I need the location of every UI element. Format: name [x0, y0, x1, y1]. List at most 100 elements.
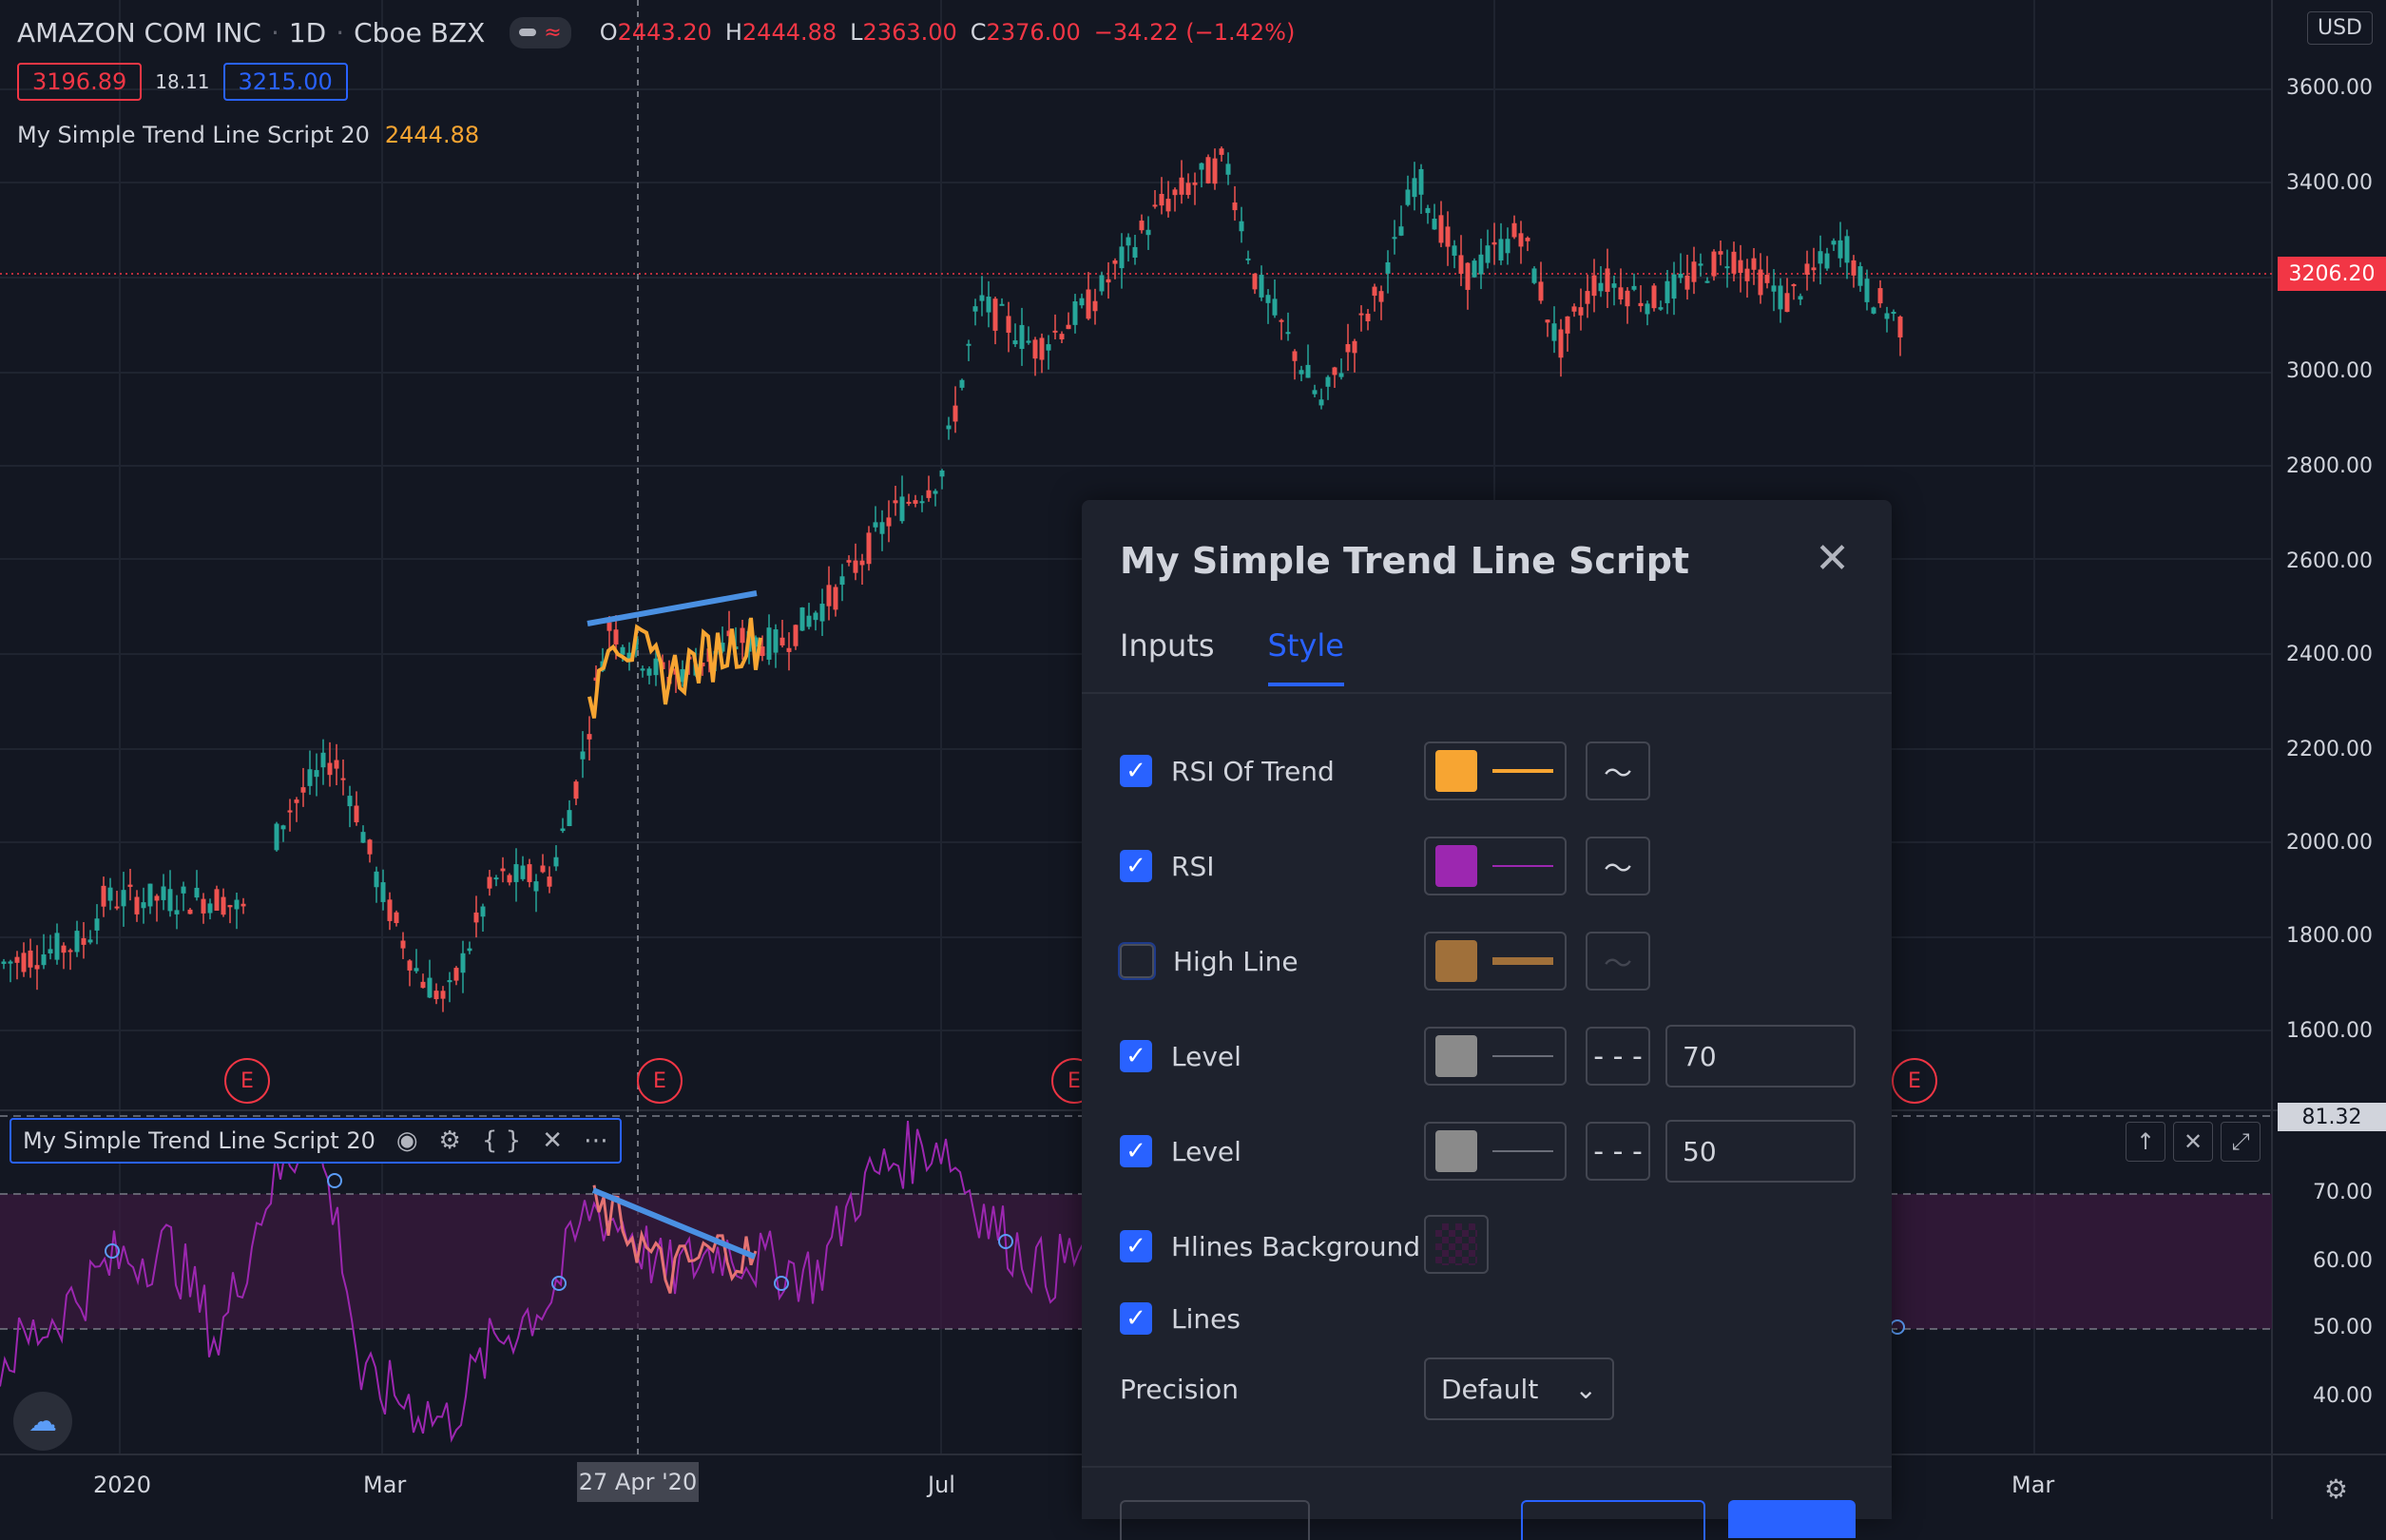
candle-body: [1112, 260, 1118, 264]
candle-body: [606, 622, 612, 631]
price-tick: 2600.00: [2286, 549, 2373, 573]
candle-body: [74, 931, 80, 953]
precision-value: Default: [1441, 1373, 1539, 1405]
candle-body: [1092, 300, 1098, 312]
earnings-marker[interactable]: E: [637, 1058, 683, 1104]
candle-body: [1292, 351, 1298, 361]
candle-body: [580, 751, 586, 760]
candle-body: [1818, 251, 1823, 264]
symbol-name[interactable]: AMAZON COM INC: [17, 17, 261, 48]
candle-body: [1259, 275, 1264, 298]
candle-body: [1252, 273, 1258, 290]
overlay-indicator-legend[interactable]: My Simple Trend Line Script 20 2444.88: [17, 122, 479, 148]
line-style-dashed-icon[interactable]: - - -: [1586, 1027, 1650, 1086]
eye-icon[interactable]: ◉: [396, 1126, 418, 1155]
candle-body: [553, 857, 559, 867]
candle-body: [287, 810, 293, 813]
market-status-pill[interactable]: ≈: [510, 16, 571, 48]
symbol-legend[interactable]: AMAZON COM INC · 1D · Cboe BZX ≈ O2443.2…: [17, 13, 1295, 51]
ask-price[interactable]: 3215.00: [222, 63, 348, 101]
rsi-of-trend-color-picker[interactable]: [1424, 741, 1567, 800]
level-checkbox[interactable]: ✓: [1120, 1040, 1152, 1072]
candle-body: [886, 517, 892, 527]
candle-body: [314, 770, 319, 778]
candle-body: [1139, 221, 1145, 231]
candle-body: [1784, 293, 1790, 313]
plot-type-icon[interactable]: 〜: [1586, 932, 1650, 991]
tradingview-logo-icon[interactable]: ☁: [13, 1392, 72, 1451]
candle-body: [833, 587, 838, 610]
earnings-marker[interactable]: E: [224, 1058, 270, 1104]
candle-body: [1378, 291, 1384, 302]
defaults-button[interactable]: [1120, 1500, 1310, 1540]
candle-body: [194, 887, 200, 898]
level-color-picker[interactable]: [1424, 1122, 1567, 1181]
precision-select[interactable]: Default ⌄: [1424, 1357, 1614, 1420]
level-checkbox[interactable]: ✓: [1120, 1135, 1152, 1167]
plot-type-icon[interactable]: 〜: [1586, 741, 1650, 800]
tab-style[interactable]: Style: [1267, 627, 1344, 686]
rsi-of-trend-checkbox[interactable]: ✓: [1120, 755, 1152, 787]
rsi-checkbox[interactable]: ✓: [1120, 850, 1152, 882]
candle-body: [1312, 390, 1318, 395]
candle-body: [1106, 279, 1111, 283]
candle-body: [394, 912, 399, 923]
candle-body: [427, 977, 433, 998]
close-icon[interactable]: ✕: [1815, 538, 1850, 580]
separator-dot: ·: [270, 16, 279, 48]
more-icon[interactable]: ⋯: [584, 1126, 608, 1155]
braces-icon[interactable]: { }: [482, 1126, 521, 1155]
high-line-checkbox[interactable]: [1120, 944, 1154, 978]
candle-body: [906, 501, 912, 504]
plot-type-icon[interactable]: 〜: [1586, 837, 1650, 895]
candle-body: [1458, 255, 1464, 274]
tab-inputs[interactable]: Inputs: [1120, 627, 1215, 686]
time-label: 2020: [93, 1472, 152, 1498]
style-row-high-line: High Line: [1120, 928, 1299, 994]
candle-body: [1425, 207, 1431, 214]
maximize-pane-icon[interactable]: ⤢: [2221, 1122, 2261, 1162]
level-value-input[interactable]: 70: [1665, 1025, 1856, 1088]
lines-checkbox[interactable]: ✓: [1120, 1302, 1152, 1335]
rsi-color-picker[interactable]: [1424, 837, 1567, 895]
settings-icon[interactable]: ⚙: [2324, 1473, 2348, 1505]
candle-body: [846, 560, 852, 563]
line-preview: [1492, 1150, 1553, 1152]
candle-body: [1711, 251, 1717, 277]
candle-body: [1877, 288, 1883, 304]
currency-button[interactable]: USD: [2306, 11, 2373, 45]
indicator-pane-legend[interactable]: My Simple Trend Line Script 20 ◉ ⚙ { } ✕…: [10, 1118, 623, 1164]
level-value-input[interactable]: 50: [1665, 1120, 1856, 1183]
candle-body: [447, 980, 452, 983]
line-preview: [1492, 865, 1553, 867]
hlines-background-color-picker[interactable]: [1424, 1215, 1489, 1274]
bid-price[interactable]: 3196.89: [17, 63, 143, 101]
move-up-icon[interactable]: ↑: [2126, 1122, 2165, 1162]
price-tick: 2400.00: [2286, 643, 2373, 666]
close-pane-icon[interactable]: ✕: [2173, 1122, 2213, 1162]
candle-body: [121, 890, 126, 907]
candle-body: [620, 646, 625, 655]
candle-body: [1498, 239, 1504, 260]
price-tick: 2000.00: [2286, 831, 2373, 855]
candle-body: [1838, 240, 1843, 259]
gear-icon[interactable]: ⚙: [439, 1126, 461, 1155]
candle-body: [1332, 367, 1337, 375]
close-icon[interactable]: ✕: [542, 1126, 563, 1155]
high-line-color-picker[interactable]: [1424, 932, 1567, 991]
candle-body: [773, 629, 779, 653]
interval[interactable]: 1D: [289, 17, 326, 48]
candle-body: [853, 560, 858, 573]
level-color-picker[interactable]: [1424, 1027, 1567, 1086]
candle-body: [893, 500, 898, 504]
candle-body: [1039, 337, 1045, 360]
cancel-button[interactable]: [1521, 1500, 1705, 1540]
hlines-background-checkbox[interactable]: ✓: [1120, 1230, 1152, 1262]
ok-button[interactable]: [1728, 1500, 1856, 1538]
candle-body: [54, 933, 60, 960]
row-label: Hlines Background: [1171, 1230, 1421, 1262]
candle-body: [972, 306, 978, 312]
earnings-marker[interactable]: E: [1892, 1058, 1937, 1104]
line-style-dashed-icon[interactable]: - - -: [1586, 1122, 1650, 1181]
candle-body: [1778, 285, 1783, 310]
